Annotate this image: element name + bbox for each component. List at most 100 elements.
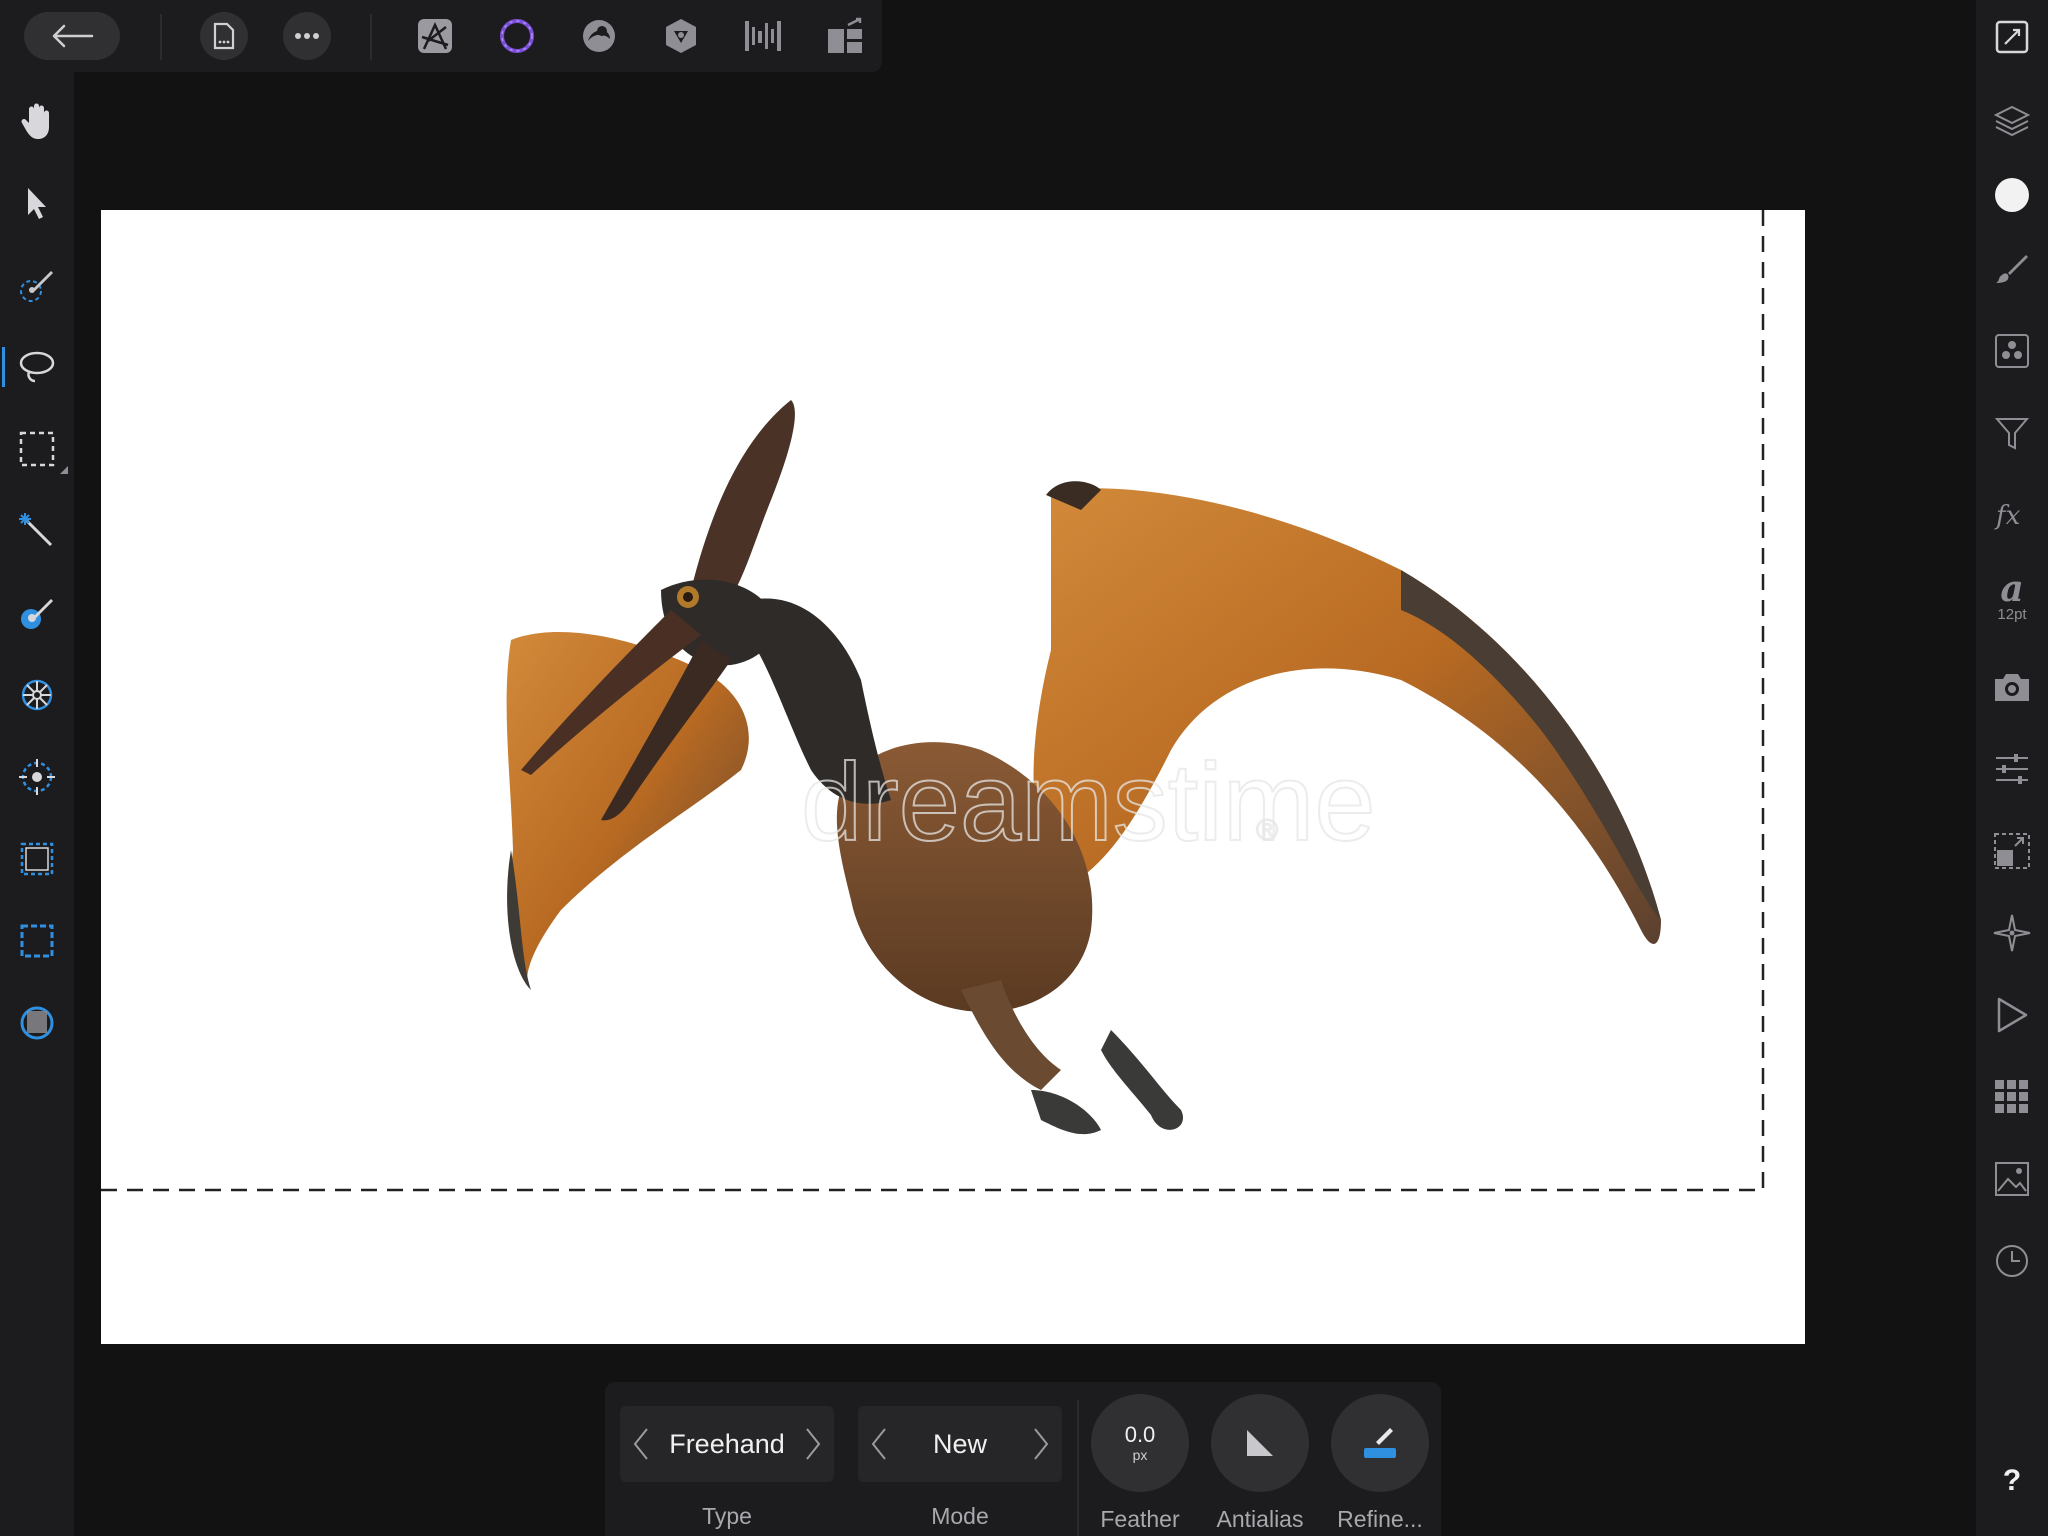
selection-persona-icon	[500, 19, 534, 53]
tools-panel	[0, 72, 74, 1536]
tone-mapping-persona-button[interactable]	[739, 0, 787, 72]
layers-icon	[1994, 105, 2030, 137]
transform-button[interactable]	[1976, 734, 2048, 804]
text-style-icon: a	[2000, 567, 2024, 610]
more-icon	[295, 33, 319, 39]
top-bar	[0, 0, 882, 72]
play-icon	[1997, 997, 2028, 1033]
flood-select-tool[interactable]	[0, 496, 74, 566]
snapping-button[interactable]	[1976, 898, 2048, 968]
move-icon	[28, 188, 46, 219]
refine-brush-icon	[21, 599, 53, 629]
camera-icon	[1995, 674, 2029, 701]
adjustments-button[interactable]	[1976, 316, 2048, 386]
effects-button[interactable]: fx	[1976, 480, 2048, 550]
photo-persona-icon	[418, 19, 452, 53]
square-select-tool[interactable]	[0, 824, 74, 894]
filter-icon	[1994, 418, 2030, 450]
move-tool[interactable]	[0, 168, 74, 238]
mode-label: Mode	[931, 1503, 989, 1529]
mode-stepper[interactable]: New	[858, 1406, 1062, 1482]
sphere-select-tool[interactable]	[0, 988, 74, 1058]
flyout-indicator-icon	[60, 466, 68, 474]
library-button[interactable]	[1976, 1062, 2048, 1132]
navigator-icon	[1994, 833, 2030, 869]
toolbar-separator	[370, 14, 372, 60]
type-prev-button[interactable]	[630, 1424, 652, 1464]
image-icon	[1995, 1162, 2029, 1196]
macro-button[interactable]	[1976, 980, 2048, 1050]
flood-select-icon	[19, 513, 53, 547]
feather-unit: px	[1132, 1447, 1148, 1463]
hand-icon	[21, 103, 49, 139]
pteranodon-image: dreamstime ®	[101, 210, 1765, 1192]
adjustments-icon	[1995, 334, 2029, 368]
clock-icon	[1996, 1245, 2028, 1277]
tone-mapping-persona-icon	[745, 21, 781, 51]
more-button[interactable]	[283, 0, 331, 72]
color-swatch-icon	[1995, 178, 2029, 212]
watermark-mark: ®	[1256, 814, 1278, 847]
help-icon: ?	[2002, 1464, 2022, 1497]
help-button[interactable]: ?	[1976, 1446, 2048, 1516]
back-button[interactable]	[24, 0, 120, 72]
dashed-rect-icon	[20, 924, 54, 958]
layers-button[interactable]	[1976, 86, 2048, 156]
freehand-selection-icon	[19, 351, 55, 383]
selection-brush-tool[interactable]	[0, 250, 74, 320]
mode-next-button[interactable]	[1030, 1424, 1052, 1464]
freehand-selection-tool[interactable]	[0, 332, 74, 402]
compass-icon	[1993, 914, 2031, 952]
filters-button[interactable]	[1976, 398, 2048, 468]
dashed-rect-tool[interactable]	[0, 906, 74, 976]
stock-images-button[interactable]	[1976, 1144, 2048, 1214]
type-stepper[interactable]: Freehand	[620, 1406, 834, 1482]
rectangular-marquee-tool[interactable]	[0, 414, 74, 484]
feather-button[interactable]: 0.0 px	[1091, 1394, 1189, 1492]
refine-button[interactable]	[1331, 1394, 1429, 1492]
watermark-text: dreamstime	[801, 741, 1376, 864]
liquify-persona-icon	[583, 20, 615, 52]
selection-persona-button[interactable]	[493, 0, 541, 72]
sliders-icon	[1996, 754, 2028, 784]
text-styles-button[interactable]: a 12pt	[1976, 562, 2048, 632]
back-arrow-icon	[52, 24, 94, 48]
feather-label: Feather	[1100, 1506, 1180, 1532]
mode-prev-button[interactable]	[868, 1424, 890, 1464]
export-persona-icon	[828, 17, 862, 53]
fx-icon: fx	[1994, 501, 2021, 530]
stock-button[interactable]	[1976, 652, 2048, 722]
document-button[interactable]	[200, 0, 248, 72]
refine-brush-tool[interactable]	[0, 578, 74, 648]
feather-value: 0.0	[1124, 1422, 1156, 1447]
fullscreen-icon	[1995, 20, 2029, 54]
document-canvas[interactable]: dreamstime ®	[101, 210, 1805, 1344]
develop-persona-button[interactable]	[657, 0, 705, 72]
history-button[interactable]	[1976, 1226, 2048, 1296]
circle-select-tool[interactable]	[0, 742, 74, 812]
refine-label: Refine...	[1337, 1506, 1423, 1532]
refine-brush-icon	[1364, 1428, 1396, 1458]
chevron-left-icon	[633, 1428, 648, 1460]
type-label: Type	[702, 1503, 752, 1529]
antialias-button[interactable]	[1211, 1394, 1309, 1492]
circle-select-icon	[19, 759, 55, 795]
hand-tool[interactable]	[0, 86, 74, 156]
brushes-button[interactable]	[1976, 234, 2048, 304]
chevron-left-icon	[871, 1428, 886, 1460]
document-icon	[213, 22, 235, 50]
selection-brush-icon	[20, 271, 53, 302]
liquify-persona-button[interactable]	[575, 0, 623, 72]
rectangular-marquee-icon	[19, 431, 55, 467]
mixer-icon	[21, 679, 53, 711]
photo-persona-button[interactable]	[411, 0, 459, 72]
export-persona-button[interactable]	[821, 0, 869, 72]
context-toolbar: Freehand Type New Mode 0.0 px Feather An…	[605, 1382, 1441, 1536]
type-next-button[interactable]	[802, 1424, 824, 1464]
color-button[interactable]	[1976, 160, 2048, 230]
fullscreen-button[interactable]	[1976, 2, 2048, 72]
navigator-button[interactable]	[1976, 816, 2048, 886]
mode-value: New	[932, 1428, 987, 1459]
mixer-tool[interactable]	[0, 660, 74, 730]
brush-icon	[1996, 255, 2028, 283]
